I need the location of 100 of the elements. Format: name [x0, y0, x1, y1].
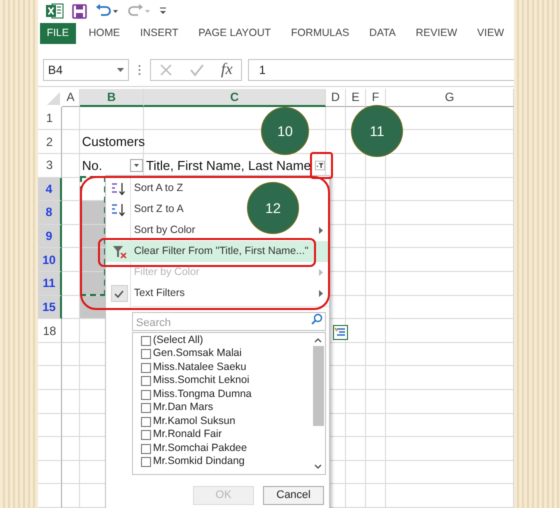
file-tab[interactable]: FILE — [40, 22, 76, 44]
cell-text: No. — [82, 156, 102, 174]
cancel-button[interactable]: Cancel — [263, 486, 324, 505]
checkbox-label[interactable]: Mr.Somchai Pakdee — [153, 440, 247, 457]
grid-cell — [366, 460, 386, 484]
ribbon-tab[interactable]: DATA — [359, 22, 406, 44]
menu-item[interactable]: Sort Z to A — [132, 202, 184, 218]
row-header[interactable]: 8 — [38, 201, 62, 225]
checkbox[interactable] — [141, 403, 151, 414]
ribbon-tab[interactable]: HOME — [78, 22, 130, 44]
checkbox-label[interactable]: Miss.Somchit Leknoi — [153, 373, 250, 390]
filter-applied-button[interactable] — [314, 158, 325, 172]
row-header[interactable]: 11 — [38, 272, 62, 296]
row-header[interactable] — [38, 390, 62, 414]
search-field[interactable]: Search — [132, 312, 326, 331]
check-mark-icon — [114, 290, 124, 298]
checkbox-label[interactable]: Mr.Kamol Suksun — [153, 414, 236, 430]
checkbox[interactable] — [141, 444, 151, 454]
clear-filter-icon — [112, 244, 126, 258]
ribbon-tab[interactable]: REVIEW — [406, 22, 468, 44]
checkbox-label[interactable]: Mr.Dan Mars — [153, 400, 214, 416]
row-header[interactable] — [38, 366, 62, 390]
checkbox-label[interactable]: Mr.Ronald Fair — [153, 427, 222, 444]
grid-cell — [366, 414, 386, 438]
row-header[interactable]: 2 — [38, 130, 62, 154]
ribbon-tab[interactable]: INSERT — [130, 22, 188, 44]
checkbox[interactable] — [141, 416, 151, 427]
checkbox[interactable] — [141, 390, 151, 400]
column-header[interactable]: D — [326, 88, 346, 107]
checkbox[interactable] — [141, 376, 151, 386]
grid-cell — [346, 460, 366, 484]
grid-cell — [346, 178, 366, 202]
checkbox-label[interactable]: Miss.Natalee Saeku — [153, 360, 246, 376]
name-box[interactable]: B4 — [43, 59, 129, 81]
grid-cell — [346, 414, 366, 438]
undo-icon[interactable] — [95, 4, 119, 18]
checkbox[interactable] — [141, 457, 151, 468]
grid-cell — [366, 224, 386, 248]
quick-analysis-icon[interactable] — [333, 325, 348, 340]
grid-cell — [366, 484, 386, 508]
grid-cell — [62, 248, 80, 272]
grid-cell — [346, 437, 366, 461]
save-icon[interactable] — [72, 4, 87, 19]
customize-toolbar-icon[interactable] — [159, 6, 167, 16]
grid-cell — [366, 319, 386, 343]
checkbox[interactable] — [141, 349, 151, 360]
menu-item[interactable]: Clear Filter From "Title, First Name..." — [106, 241, 329, 262]
grid-cell — [346, 201, 366, 225]
column-header[interactable]: B — [80, 88, 144, 107]
grid-cell — [366, 366, 386, 390]
ribbon-tab[interactable]: VIEW — [467, 22, 514, 44]
scroll-up-icon[interactable] — [314, 337, 322, 343]
check-icon[interactable] — [190, 63, 204, 77]
grid-cell — [346, 224, 366, 248]
scroll-thumb[interactable] — [312, 346, 324, 426]
grid-cell — [62, 106, 80, 130]
grip-icon[interactable] — [138, 64, 141, 76]
checkbox[interactable] — [141, 362, 151, 373]
filter-dropdown-button[interactable] — [130, 158, 143, 172]
row-header[interactable]: 15 — [38, 296, 62, 320]
row-header[interactable]: 9 — [38, 224, 62, 248]
grid-cell — [62, 272, 80, 296]
grid-cell — [346, 272, 366, 296]
grid-cell — [346, 484, 366, 508]
grid-cell — [346, 342, 366, 366]
scroll-down-icon[interactable] — [314, 464, 322, 470]
menu-item[interactable]: Sort by Color — [132, 222, 196, 238]
formula-field[interactable]: 1 — [248, 59, 514, 81]
column-header[interactable]: C — [144, 88, 326, 107]
grid-cell — [366, 342, 386, 366]
redo-icon[interactable] — [127, 4, 151, 18]
row-header[interactable] — [38, 484, 62, 508]
checkbox[interactable] — [141, 336, 151, 346]
ribbon-tab[interactable]: PAGE LAYOUT — [188, 22, 281, 44]
menu-item[interactable]: Sort A to Z — [132, 180, 184, 196]
grid-cell — [366, 390, 386, 414]
grid-cell — [366, 437, 386, 461]
checkbox[interactable] — [141, 430, 151, 440]
ribbon-tab[interactable]: FORMULAS — [280, 22, 360, 44]
row-header[interactable] — [38, 414, 62, 438]
grid-cell — [366, 248, 386, 272]
grid-cell — [366, 272, 386, 296]
grid-cell — [346, 366, 366, 390]
checkbox-label[interactable]: Gen.Somsak Malai — [153, 346, 242, 362]
row-header[interactable]: 18 — [38, 319, 62, 343]
insert-function-button[interactable]: fx — [221, 58, 233, 82]
row-header[interactable] — [38, 342, 62, 366]
checkbox-label[interactable]: Mr.Somkid Dindang — [153, 454, 245, 470]
row-header[interactable] — [38, 460, 62, 484]
dropdown-caret-icon[interactable] — [117, 68, 124, 72]
row-header[interactable]: 1 — [38, 106, 62, 130]
checkbox-label[interactable]: (Select All) — [153, 333, 204, 349]
sort-descending-icon — [111, 202, 127, 216]
checkbox-label[interactable]: Miss.Tongma Dumna — [153, 386, 252, 403]
row-header[interactable] — [38, 437, 62, 461]
search-icon — [311, 313, 323, 325]
menu-item[interactable]: Text Filters — [132, 286, 185, 302]
column-header[interactable]: E — [346, 88, 366, 107]
row-header[interactable]: 10 — [38, 248, 62, 272]
row-header[interactable]: 4 — [38, 178, 62, 202]
